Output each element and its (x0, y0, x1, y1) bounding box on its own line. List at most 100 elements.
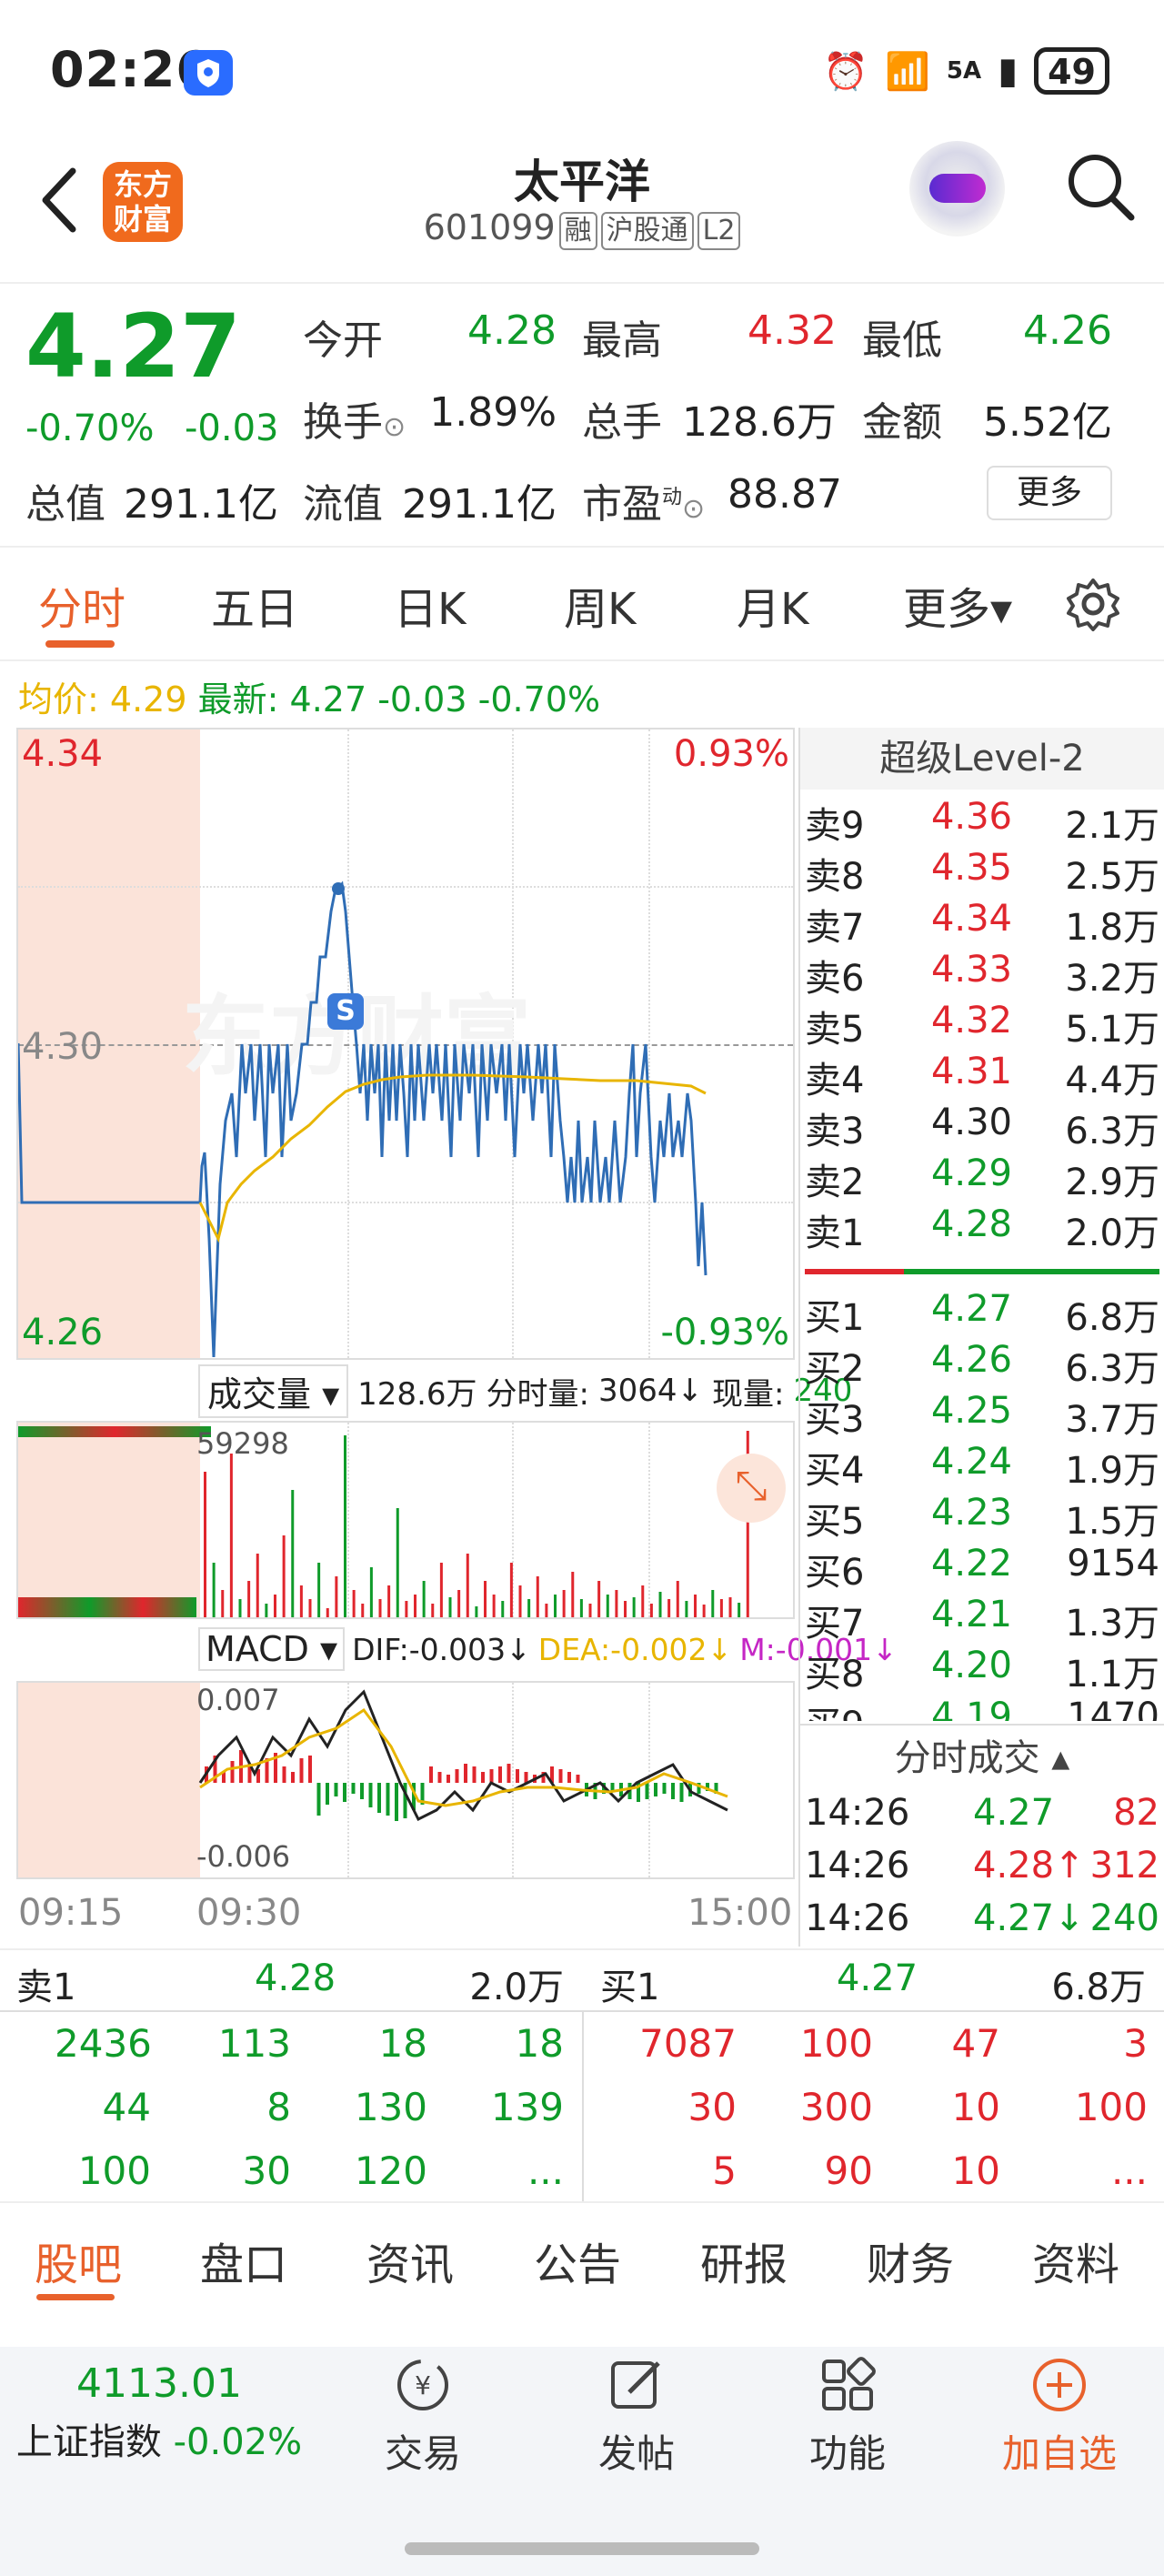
bid-volume: 1.1万 (1065, 1654, 1159, 1696)
tab-news[interactable]: 资讯 (366, 2229, 454, 2292)
volume-bar (475, 1606, 478, 1617)
ask-volume: 2.1万 (1065, 805, 1159, 847)
nav-trade[interactable]: ¥ 交易 (350, 2356, 496, 2479)
tab-announcements[interactable]: 公告 (534, 2229, 621, 2292)
tab-weekly-k[interactable]: 周K (564, 573, 636, 637)
price-mid-label: 4.30 (22, 1026, 104, 1068)
queue-buy-cell: 3 (1123, 2021, 1148, 2066)
ask-price: 4.31 (930, 1051, 1012, 1092)
divider (0, 1948, 1164, 1950)
macd-dea: DEA:-0.002↓ (537, 1631, 733, 1667)
volume-bar (308, 1599, 312, 1617)
bid-row[interactable]: 买6 4.22 9154 (805, 1543, 1159, 1594)
shield-icon (184, 50, 233, 96)
macd-bar (291, 1772, 295, 1783)
macd-bar (437, 1772, 442, 1783)
bid-row[interactable]: 买9 4.19 1470 (805, 1696, 1159, 1721)
volume-bar (632, 1597, 636, 1617)
home-indicator[interactable] (405, 2542, 759, 2555)
volume-label: 总手 (582, 399, 662, 446)
tick-row: 14:26 4.27 82 (805, 1792, 1159, 1843)
ask-price: 4.35 (930, 847, 1012, 889)
high-label: 最高 (582, 317, 662, 364)
bid-row[interactable]: 买7 4.21 1.3万 (805, 1594, 1159, 1645)
bid-row[interactable]: 买4 4.24 1.9万 (805, 1441, 1159, 1492)
tab-orderbook[interactable]: 盘口 (200, 2229, 287, 2292)
ask-row[interactable]: 卖2 4.29 2.9万 (805, 1152, 1159, 1203)
change-percent: -0.70% (25, 408, 155, 449)
volume-bar (422, 1581, 426, 1617)
bid-row[interactable]: 买3 4.25 3.7万 (805, 1390, 1159, 1441)
float-label: 流值 (303, 481, 383, 528)
ticks-title[interactable]: 分时成交 ▴ (800, 1728, 1164, 1779)
level2-title[interactable]: 超级Level-2 (800, 728, 1164, 790)
macd-dropdown[interactable]: MACD ▾ (198, 1627, 346, 1671)
volume-bar (431, 1604, 435, 1617)
nav-functions[interactable]: 功能 (775, 2356, 920, 2479)
expand-icon[interactable]: ⤡ (717, 1454, 786, 1523)
nav-post[interactable]: 发帖 (564, 2356, 709, 2479)
tab-monthly-k[interactable]: 月K (737, 573, 808, 637)
tab-intraday[interactable]: 分时 (38, 573, 125, 637)
bid-row[interactable]: 买8 4.20 1.1万 (805, 1645, 1159, 1696)
queue-sell-vol: 2.0万 (469, 1967, 564, 2008)
queue-buy-vol: 6.8万 (1051, 1967, 1146, 2008)
tab-daily-k[interactable]: 日K (394, 573, 466, 637)
tab-profile[interactable]: 资料 (1032, 2229, 1119, 2292)
ask-label: 卖4 (805, 1060, 865, 1102)
amount-value: 5.52亿 (983, 399, 1112, 446)
queue-buy-cell: ... (1110, 2148, 1148, 2193)
macd-chart[interactable]: 0.007 -0.006 (16, 1681, 795, 1879)
intraday-price-chart[interactable]: 东方财富 S 4.34 4.30 4.26 0.93% -0.93% (16, 728, 795, 1360)
volume-dropdown[interactable]: 成交量 ▾ (198, 1363, 349, 1418)
ask-row[interactable]: 卖6 4.33 3.2万 (805, 949, 1159, 1000)
volume-bar (212, 1563, 216, 1617)
tab-forum[interactable]: 股吧 (35, 2229, 122, 2292)
signal-s-icon[interactable]: S (327, 993, 364, 1030)
vol-max-label: 59298 (196, 1426, 289, 1461)
index-ticker[interactable]: 4113.01 上证指数 -0.02% (0, 2360, 318, 2465)
nav-functions-label: 功能 (808, 2431, 886, 2476)
info-icon[interactable]: ⊙ (383, 411, 406, 443)
float-value: 291.1亿 (402, 481, 557, 528)
plus-circle-icon (1033, 2359, 1086, 2411)
ask-row[interactable]: 卖8 4.35 2.5万 (805, 847, 1159, 898)
ask-row[interactable]: 卖3 4.30 6.3万 (805, 1102, 1159, 1152)
trade-icon: ¥ (397, 2360, 448, 2410)
nav-add-watchlist[interactable]: 加自选 (987, 2356, 1132, 2479)
queue-buy-cell: 47 (951, 2021, 1000, 2066)
bid-row[interactable]: 买2 4.26 6.3万 (805, 1339, 1159, 1390)
ask-row[interactable]: 卖9 4.36 2.1万 (805, 796, 1159, 847)
ask-row[interactable]: 卖1 4.28 2.0万 (805, 1203, 1159, 1254)
tag-level2: L2 (697, 212, 741, 250)
assistant-robot-icon[interactable] (909, 141, 1005, 236)
queue-buy-cell: 5 (712, 2148, 737, 2193)
macd-bar (368, 1783, 373, 1807)
bid-row[interactable]: 买1 4.27 6.8万 (805, 1288, 1159, 1339)
volume-bar (536, 1576, 539, 1617)
tab-financials[interactable]: 财务 (867, 2229, 954, 2292)
tab-research[interactable]: 研报 (700, 2229, 788, 2292)
ask-row[interactable]: 卖7 4.34 1.8万 (805, 898, 1159, 949)
volume-bar (247, 1581, 251, 1617)
pe-info-icon[interactable]: ⊙ (682, 493, 705, 525)
bid-price: 4.20 (930, 1645, 1012, 1686)
gear-icon[interactable] (1064, 575, 1122, 633)
volume-bar (457, 1590, 461, 1617)
bid-volume: 6.3万 (1065, 1348, 1159, 1390)
price-high-label: 4.34 (22, 733, 104, 775)
volume-chart[interactable]: 59298 ⤡ (16, 1421, 795, 1619)
queue-buy-cell: 30 (687, 2085, 737, 2129)
tab-5day[interactable]: 五日 (211, 573, 298, 637)
mktcap-value: 291.1亿 (124, 481, 278, 528)
bid-row[interactable]: 买5 4.23 1.5万 (805, 1492, 1159, 1543)
queue-sell-cell: 100 (77, 2148, 151, 2193)
more-button[interactable]: 更多 (987, 466, 1112, 520)
ask-row[interactable]: 卖5 4.32 5.1万 (805, 1000, 1159, 1051)
search-icon[interactable] (1064, 150, 1137, 223)
volume-header: 成交量 ▾ 128.6万 分时量: 3064↓ 现量: 240 (198, 1363, 852, 1418)
ask-row[interactable]: 卖4 4.31 4.4万 (805, 1051, 1159, 1102)
volume-bar (658, 1592, 662, 1617)
tab-more[interactable]: 更多▾ (903, 573, 1012, 637)
bid-label: 买3 (805, 1399, 865, 1441)
